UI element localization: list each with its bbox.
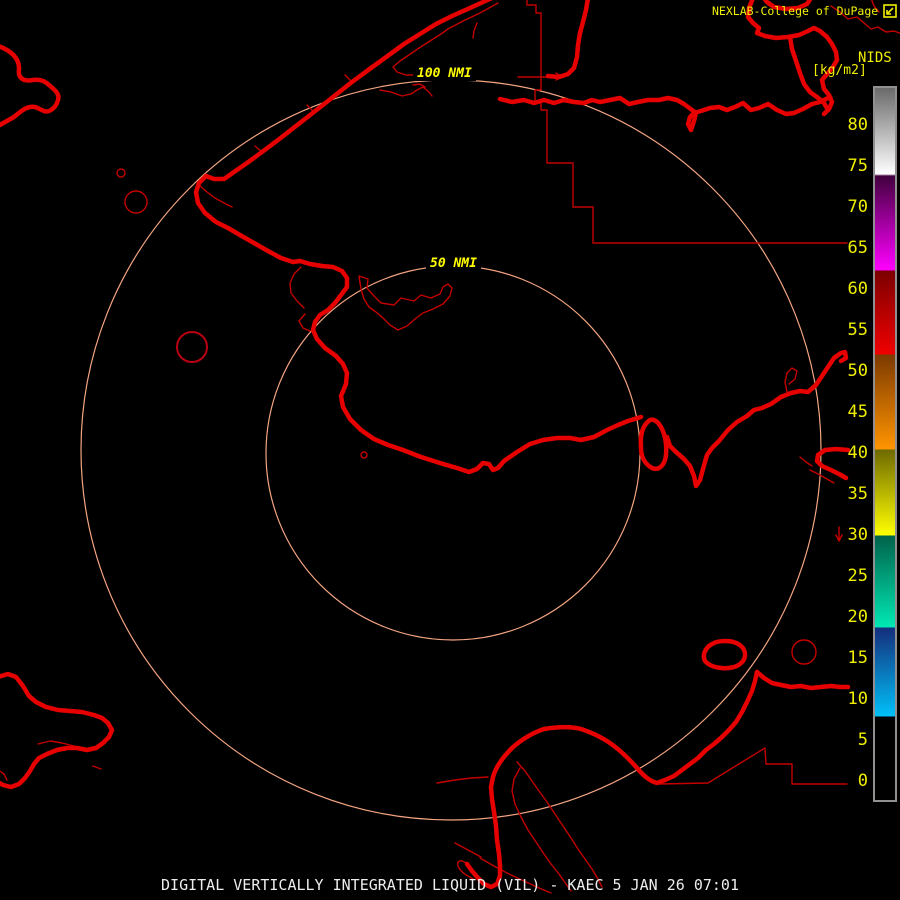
delta-stream-1	[516, 761, 603, 888]
colorbar-tick-70: 70	[847, 197, 868, 217]
colorbar-tick-0: 0	[857, 771, 868, 791]
colorbar-tick-15: 15	[847, 648, 868, 668]
delta-stream-4	[454, 842, 482, 858]
coast-ticks	[254, 74, 353, 153]
small-island-1	[360, 451, 368, 459]
coastline-diagonal	[193, 0, 494, 265]
delta-outer-north	[490, 669, 760, 786]
colorbar-tick-35: 35	[847, 484, 868, 504]
map-outline-darkred	[176, 331, 208, 363]
barrier-hooks	[289, 266, 311, 332]
colorbar-tick-20: 20	[847, 607, 868, 627]
delta-outer-west	[464, 774, 503, 890]
colorbar-tick-75: 75	[847, 156, 868, 176]
colorbar-tick-labels: 80 75 70 65 60 55 50 45 40 35 30 25 20 15 10 5 0	[800, 0, 868, 900]
product-caption: DIGITAL VERTICALLY INTEGRATED LIQUID (VI…	[161, 876, 739, 894]
colorbar-tick-50: 50	[847, 361, 868, 381]
delta-west-shore	[436, 776, 489, 784]
colorbar-tick-30: 30	[847, 525, 868, 545]
lake-circle-west	[176, 331, 208, 363]
range-ring-label-100nmi: 100 NMI	[413, 66, 476, 81]
delta-stream-2	[511, 767, 572, 892]
colorbar-tick-55: 55	[847, 320, 868, 340]
river-spur	[784, 367, 798, 393]
coastline-top-eastwest	[497, 94, 833, 133]
range-ring-50nmi	[265, 265, 641, 641]
map-outlines-thin	[0, 0, 900, 894]
island-blob-bottomright	[701, 638, 748, 671]
peninsula-bottomleft	[0, 671, 115, 790]
coastline-central	[297, 258, 644, 475]
radar-map	[0, 0, 900, 894]
left-edge-bits	[0, 770, 8, 781]
small-lake-left	[124, 190, 148, 214]
radar-display: 100 NMI 50 NMI NEXLAB-College of DuPage …	[0, 0, 900, 900]
colorbar-tick-40: 40	[847, 443, 868, 463]
colorbar-tick-45: 45	[847, 402, 868, 422]
map-outlines-thick	[0, 0, 851, 890]
small-island-2	[116, 168, 126, 178]
coastline-topleft-blob	[0, 44, 61, 128]
nexlab-logo-icon	[883, 4, 897, 18]
colorbar	[873, 86, 897, 802]
river-vertical-top	[545, 0, 590, 80]
bay-blob	[638, 417, 669, 471]
colorbar-tick-5: 5	[857, 730, 868, 750]
colorbar-tick-80: 80	[847, 115, 868, 135]
range-ring-label-50nmi: 50 NMI	[426, 256, 481, 271]
colorbar-tick-10: 10	[847, 689, 868, 709]
colorbar-tick-65: 65	[847, 238, 868, 258]
colorbar-tick-60: 60	[847, 279, 868, 299]
colorbar-tick-25: 25	[847, 566, 868, 586]
hook-inner-shoreline	[198, 184, 233, 208]
